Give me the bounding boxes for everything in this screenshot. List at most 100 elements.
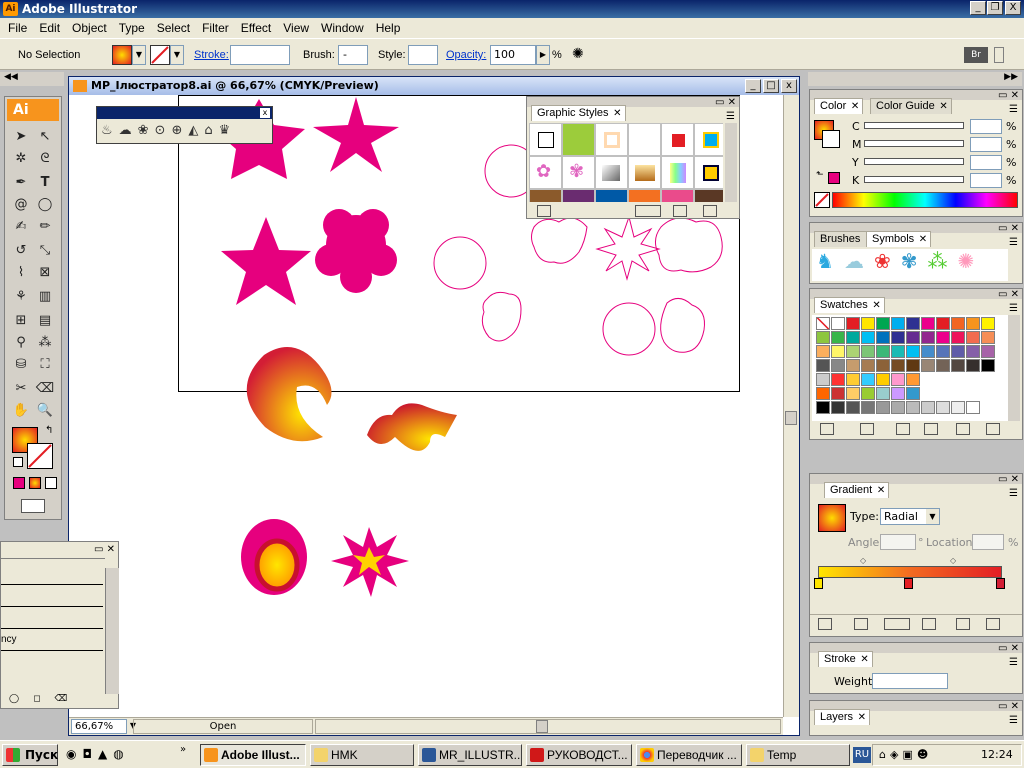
vertical-scroll-thumb[interactable] (785, 411, 797, 425)
panel-collapse-icon[interactable]: ▭ ✕ (998, 474, 1019, 485)
channel-k-field[interactable] (970, 173, 1002, 188)
menu-select[interactable]: Select (151, 21, 196, 35)
restore-button[interactable]: ❐ (987, 1, 1003, 15)
fill-dropdown[interactable]: ▼ (132, 45, 146, 65)
swatch-chip[interactable] (936, 317, 950, 330)
stroke-swatch[interactable] (150, 45, 170, 65)
magic-wand-tool-icon[interactable]: ✲ (10, 149, 32, 169)
tab-symbols[interactable]: Symbols ✕ (866, 231, 932, 247)
gradient-mode-icon[interactable] (29, 477, 41, 489)
zoom-tool-icon[interactable]: 🔍 (34, 401, 56, 421)
gradient-tool-icon[interactable]: ▤ (34, 311, 56, 331)
swatch-chip[interactable] (921, 345, 935, 358)
eyedropper-tool-icon[interactable]: ⚲ (10, 333, 32, 353)
rotate-tool-icon[interactable]: ↺ (10, 241, 32, 261)
swatch-chip[interactable] (981, 331, 995, 344)
swatch-options-icon[interactable] (896, 423, 910, 435)
live-paint-selection-tool-icon[interactable]: ⛶ (34, 355, 56, 375)
task-translator[interactable]: Переводчик ... (636, 744, 742, 766)
swap-fill-stroke-icon[interactable]: ↰ (45, 425, 53, 436)
gradient-preview[interactable] (818, 504, 846, 532)
swatch-chip[interactable] (981, 317, 995, 330)
style-pink[interactable] (661, 189, 694, 202)
warp-tool-icon[interactable]: ⌇ (10, 263, 32, 283)
swatches-scrollbar[interactable] (1008, 315, 1020, 421)
tab-close-icon[interactable]: ✕ (919, 232, 927, 247)
swatch-chip[interactable] (861, 401, 875, 414)
free-transform-tool-icon[interactable]: ⊠ (34, 263, 56, 283)
collapse-left-icon[interactable]: ◀◀ (0, 72, 64, 86)
recolor-icon[interactable]: ✺ (572, 45, 584, 62)
scale-tool-icon[interactable]: ⤡ (34, 241, 56, 261)
quick-launch-icons[interactable]: ◉◘▲◍ (66, 747, 186, 763)
midpoint-marker-2[interactable]: ◇ (950, 556, 956, 565)
direct-selection-tool-icon[interactable]: ↖ (34, 127, 56, 147)
horizontal-scroll-thumb[interactable] (536, 720, 548, 733)
swatch-chip[interactable] (921, 359, 935, 372)
type-tool-icon[interactable]: T (34, 173, 56, 193)
opacity-label[interactable]: Opacity: (446, 49, 486, 61)
live-paint-tool-icon[interactable]: ⛁ (10, 355, 32, 375)
tab-stroke[interactable]: Stroke ✕ (818, 651, 873, 667)
gradient-link-icon[interactable] (884, 618, 910, 630)
channel-y-field[interactable] (970, 155, 1002, 170)
swatch-chip[interactable] (891, 317, 905, 330)
panel-collapse-icon[interactable]: ▭ ✕ (998, 223, 1019, 234)
color-stop-red-2[interactable] (996, 578, 1005, 589)
style-blue[interactable] (595, 189, 628, 202)
swatch-chip[interactable] (846, 387, 860, 400)
swatch-chip[interactable] (831, 359, 845, 372)
panel-options-icon[interactable]: ☰ (1009, 715, 1018, 726)
swatch-chip[interactable] (936, 359, 950, 372)
tab-gradient[interactable]: Gradient ✕ (824, 482, 890, 498)
stroke-label[interactable]: Stroke: (194, 49, 229, 61)
panel-options-icon[interactable]: ☰ (1009, 657, 1018, 668)
swatch-chip[interactable] (936, 345, 950, 358)
opacity-field[interactable]: 100 (490, 45, 536, 65)
tray-icons[interactable]: ⌂◈▣☻ (879, 748, 932, 761)
blue-flower-symbol-icon[interactable]: ✾ (901, 249, 928, 273)
swatch-chip[interactable] (966, 331, 980, 344)
delete-style-icon[interactable] (703, 205, 717, 217)
bridge-icon[interactable]: Br (964, 47, 988, 63)
swatch-chip[interactable] (861, 331, 875, 344)
swatch-chip[interactable] (831, 401, 845, 414)
language-indicator[interactable]: RU (853, 747, 871, 763)
panel-options-icon[interactable]: ☰ (1009, 237, 1018, 248)
tab-close-icon[interactable]: ✕ (872, 298, 880, 313)
panel-options-icon[interactable]: ☰ (726, 111, 735, 122)
panel-menu-icon[interactable] (994, 47, 1004, 63)
menu-type[interactable]: Type (113, 21, 151, 35)
opacity-dropdown[interactable]: ▶ (536, 45, 550, 65)
swatch-chip[interactable] (846, 317, 860, 330)
swatch-chip[interactable] (861, 387, 875, 400)
style-dark[interactable] (694, 189, 723, 202)
tab-color[interactable]: Color ✕ (814, 98, 864, 114)
swatch-chip[interactable] (891, 387, 905, 400)
style-default[interactable] (529, 123, 562, 156)
swatch-chip[interactable] (876, 345, 890, 358)
swatch-chip[interactable] (966, 317, 980, 330)
style-glow[interactable] (595, 123, 628, 156)
swatch-chip[interactable] (966, 401, 980, 414)
new-swatch-icon[interactable] (956, 423, 970, 435)
swatch-chip[interactable] (876, 401, 890, 414)
swatch-chip[interactable] (951, 359, 965, 372)
minimize-button[interactable]: _ (970, 1, 986, 15)
menu-view[interactable]: View (277, 21, 315, 35)
swatch-chip[interactable] (981, 345, 995, 358)
spiral-tool-icon[interactable]: @ (10, 195, 32, 215)
gradient-swatch-icon[interactable] (922, 618, 936, 630)
swatch-chip[interactable] (966, 359, 980, 372)
swatch-chip[interactable] (981, 359, 995, 372)
menu-object[interactable]: Object (66, 21, 113, 35)
ellipse-tool-icon[interactable]: ◯ (34, 195, 56, 215)
swatch-chip[interactable] (951, 331, 965, 344)
gradient-options-icon[interactable] (854, 618, 868, 630)
panel-collapse-icon[interactable]: ▭ ✕ (998, 289, 1019, 300)
panel-collapse-icon[interactable]: ▭ ✕ (998, 90, 1019, 101)
style-rainbow[interactable] (661, 156, 694, 189)
swatch-chip[interactable] (906, 359, 920, 372)
swatch-chip[interactable] (921, 401, 935, 414)
grass-symbol-icon[interactable]: ⁂ (927, 249, 957, 273)
